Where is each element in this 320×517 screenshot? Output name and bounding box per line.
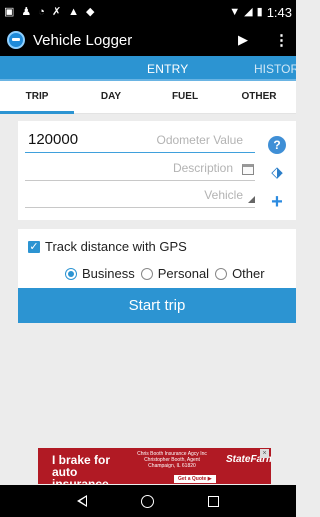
notification-icon: ▣: [4, 5, 15, 18]
ad-quote-button[interactable]: Get a Quote ▶: [174, 475, 216, 483]
subtab-other[interactable]: OTHER: [222, 81, 296, 113]
odometer-placeholder: Odometer Value: [156, 133, 244, 147]
track-gps-checkbox-row[interactable]: ✓ Track distance with GPS: [28, 239, 187, 254]
tag-icon[interactable]: ⬗: [268, 164, 286, 182]
subtab-day[interactable]: DAY: [74, 81, 148, 113]
ad-agent-info: Chris Booth Insurance Agcy Inc Christoph…: [132, 451, 212, 469]
alarm-icon: ◔: [38, 5, 45, 18]
recents-icon[interactable]: [208, 495, 219, 507]
subtab-fuel[interactable]: FUEL: [148, 81, 222, 113]
radio-other-label: Other: [232, 266, 265, 281]
ad-banner[interactable]: I brake for auto insurance. Chris Booth …: [38, 448, 271, 484]
vehicle-placeholder: Vehicle: [204, 188, 243, 202]
radio-personal[interactable]: [140, 267, 153, 280]
tools-icon: ✗: [51, 5, 62, 18]
gps-card: ✓ Track distance with GPS Business Perso…: [18, 229, 296, 323]
radio-business-label: Business: [82, 266, 135, 281]
sub-tabs: TRIP DAY FUEL OTHER: [0, 81, 296, 114]
start-trip-button[interactable]: Start trip: [18, 288, 296, 323]
back-icon[interactable]: [77, 495, 87, 507]
radio-personal-label: Personal: [157, 266, 210, 281]
app-logo-icon: [7, 31, 25, 49]
android-icon: ◆: [86, 5, 95, 18]
add-vehicle-icon[interactable]: +: [268, 192, 286, 212]
tab-entry[interactable]: ENTRY: [147, 62, 188, 76]
radio-business[interactable]: [65, 267, 77, 280]
clock: 1:43: [266, 4, 292, 20]
ad-close-icon[interactable]: ×: [260, 449, 269, 458]
play-button[interactable]: ▶: [230, 32, 256, 48]
tab-history[interactable]: HISTOR: [254, 62, 296, 76]
battery-icon: ▮: [256, 5, 263, 18]
description-placeholder: Description: [172, 161, 233, 175]
odometer-value[interactable]: 120000: [28, 131, 78, 148]
app-bar: Vehicle Logger ▶ ⋮: [0, 24, 296, 56]
track-gps-label: Track distance with GPS: [45, 239, 187, 254]
app-title: Vehicle Logger: [33, 31, 133, 49]
signal-icon: ◢: [244, 5, 253, 18]
wifi-icon: ▼: [229, 5, 241, 18]
help-icon[interactable]: ?: [268, 136, 286, 154]
vehicle-select[interactable]: Vehicle: [25, 182, 255, 208]
calendar-icon[interactable]: [242, 164, 254, 175]
track-gps-checkbox[interactable]: ✓: [28, 240, 40, 253]
trip-type-radios: Business Personal Other: [65, 266, 271, 281]
ad-agent-line-3: Champaign, IL 61820: [148, 463, 196, 469]
status-bar: ▣ ♟ ◔ ✗ ▲ ◆ ▼ ◢ ▮ 1:43: [0, 0, 296, 24]
dropdown-arrow-icon: [248, 196, 255, 203]
description-field[interactable]: Description: [25, 155, 255, 181]
subtab-trip[interactable]: TRIP: [0, 81, 74, 114]
home-icon[interactable]: [141, 494, 154, 508]
trip-form-card: 120000 Odometer Value ? Description ⬗ Ve…: [18, 121, 296, 220]
main-tabs: ENTRY HISTOR: [0, 56, 296, 81]
radio-other[interactable]: [215, 267, 228, 280]
overflow-menu-icon[interactable]: ⋮: [274, 31, 289, 49]
navigation-bar: [0, 485, 296, 517]
person-icon: ♟: [21, 5, 32, 18]
lock-icon: ▲: [68, 5, 80, 18]
odometer-field[interactable]: 120000 Odometer Value: [25, 127, 255, 153]
ad-headline: I brake for auto insurance.: [52, 453, 113, 484]
